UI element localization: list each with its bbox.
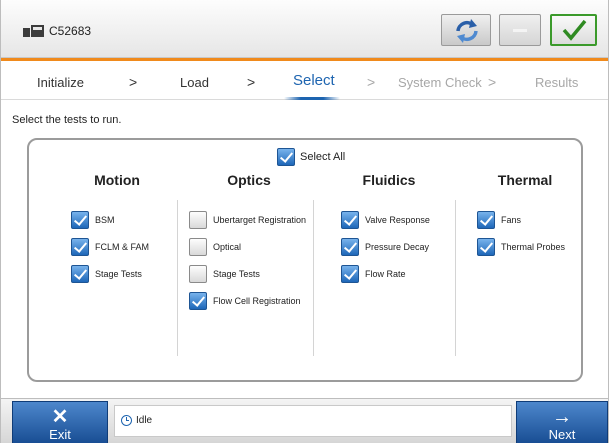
group-title: Thermal [497,172,553,188]
test-option-fans[interactable]: Fans [477,206,565,233]
test-checkbox[interactable] [71,237,89,256]
test-checkbox[interactable] [71,210,89,229]
test-checkbox[interactable] [341,264,359,283]
column-divider [313,200,314,356]
test-option-flow-rate[interactable]: Flow Rate [341,260,430,287]
test-label: Flow Cell Registration [213,295,301,306]
refresh-icon [456,19,478,43]
test-checkbox[interactable] [189,264,207,283]
disabled-button[interactable] [499,14,541,46]
test-label: Fans [501,214,522,225]
test-label: Ubertarget Registration [213,214,307,225]
test-checkbox[interactable] [189,291,207,310]
test-option-stage-tests[interactable]: Stage Tests [71,260,149,287]
chevron-right-icon: > [129,74,138,90]
device-indicator: C52683 [23,24,91,38]
test-option-fclm-fam[interactable]: FCLM & FAM [71,233,149,260]
test-label: Stage Tests [95,268,142,279]
test-option-bsm[interactable]: BSM [71,206,149,233]
next-label: Next [548,427,576,442]
test-checkbox[interactable] [71,264,89,283]
column-divider [455,200,456,356]
test-label: FCLM & FAM [95,241,150,252]
step-progress-bar: Initialize > Load > Select > System Chec… [1,58,608,100]
exit-button[interactable]: ✕ Exit [12,401,108,443]
checkmark-icon [562,19,587,41]
instrument-icon [23,25,45,37]
test-option-valve-response[interactable]: Valve Response [341,206,430,233]
test-checkbox[interactable] [189,237,207,256]
test-label: Optical [213,241,242,252]
select-all-label: Select All [300,151,346,163]
test-checkbox[interactable] [189,210,207,229]
clock-icon [121,415,132,426]
select-all-checkbox[interactable] [277,148,295,166]
test-option-thermal-probes[interactable]: Thermal Probes [477,233,565,260]
instructions-text: Select the tests to run. [12,114,122,126]
header-bar: C52683 [1,0,608,58]
step-system-check[interactable]: System Check [398,75,482,90]
arrow-right-icon: → [552,406,572,428]
close-icon: ✕ [51,406,69,428]
test-option-ubertarget-registration[interactable]: Ubertarget Registration [189,206,306,233]
test-checkbox[interactable] [341,210,359,229]
app-window: C52683 Initialize > Load > Select > Syst… [0,0,609,443]
status-bar: Idle [114,405,512,437]
test-option-stage-tests[interactable]: Stage Tests [189,260,306,287]
group-title: Optics [227,172,271,188]
group-motion: Motion BSM FCLM & FAM Stage Tests [69,172,165,283]
step-initialize[interactable]: Initialize [37,75,84,90]
status-text: Idle [136,415,153,426]
chevron-right-icon: > [247,74,256,90]
column-divider [177,200,178,356]
step-load[interactable]: Load [180,75,209,90]
test-checkbox[interactable] [477,210,495,229]
test-checkbox[interactable] [341,237,359,256]
next-button[interactable]: → Next [516,401,608,443]
group-title: Motion [94,172,140,188]
step-select[interactable]: Select [293,72,335,89]
device-id: C52683 [49,24,92,38]
confirm-button[interactable] [550,14,597,46]
refresh-button[interactable] [441,14,491,46]
test-label: Valve Response [365,214,430,225]
test-label: Stage Tests [213,268,260,279]
group-optics: Optics Ubertarget Registration Optical S… [189,172,309,310]
test-label: BSM [95,214,115,225]
test-option-optical[interactable]: Optical [189,233,306,260]
group-title: Fluidics [362,172,416,188]
test-label: Pressure Decay [365,241,430,252]
chevron-right-icon: > [488,74,497,90]
test-option-pressure-decay[interactable]: Pressure Decay [341,233,430,260]
test-label: Flow Rate [365,268,406,279]
test-label: Thermal Probes [501,241,566,252]
exit-label: Exit [49,427,71,442]
chevron-right-icon: > [367,74,376,90]
test-checkbox[interactable] [477,237,495,256]
group-thermal: Thermal Fans Thermal Probes [475,172,575,256]
test-option-flow-cell-registration[interactable]: Flow Cell Registration [189,287,306,314]
footer-bar: ✕ Exit Idle → Next [1,398,608,443]
select-all-option[interactable]: Select All [277,148,345,166]
active-step-indicator [284,97,340,100]
step-results[interactable]: Results [535,75,578,90]
test-selection-panel: Select All Motion BSM FCLM & FAM Stage T… [27,138,583,382]
group-fluidics: Fluidics Valve Response Pressure Decay F… [339,172,439,283]
